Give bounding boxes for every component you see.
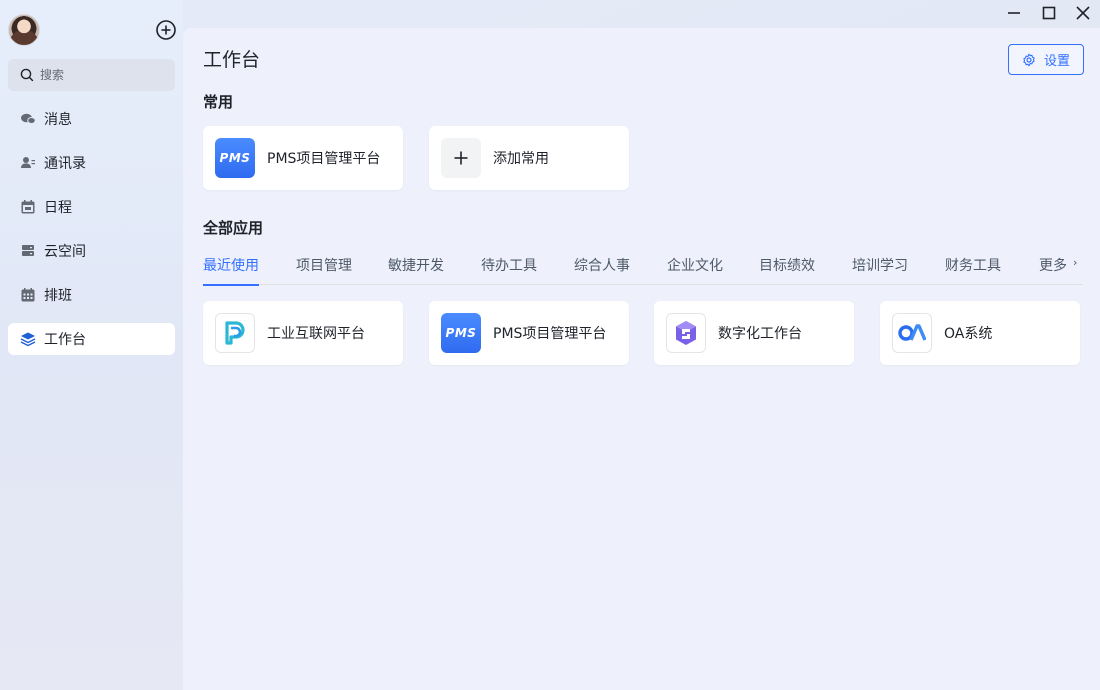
- sidebar-item-messages[interactable]: 消息: [8, 103, 175, 135]
- page-title: 工作台: [203, 49, 261, 71]
- app-label: 数字化工作台: [718, 326, 802, 342]
- cloud-space-icon: [20, 243, 36, 259]
- all-apps-section-title: 全部应用: [203, 219, 264, 237]
- add-common-button[interactable]: 添加常用: [429, 126, 629, 190]
- digital-workbench-icon: [666, 313, 706, 353]
- sidebar: 消息 通讯录 日程 云空间 排班: [0, 0, 183, 690]
- app-label: 工业互联网平台: [267, 326, 365, 342]
- app-industrial-internet[interactable]: 工业互联网平台: [203, 301, 403, 365]
- app-label: 添加常用: [493, 151, 549, 167]
- sidebar-item-label: 工作台: [44, 332, 86, 348]
- common-app-pms[interactable]: PMS PMS项目管理平台: [203, 126, 403, 190]
- sidebar-item-workbench[interactable]: 工作台: [8, 323, 175, 355]
- add-circle-icon[interactable]: [155, 19, 177, 41]
- tab-project-management[interactable]: 项目管理: [296, 255, 352, 285]
- app-label: OA系统: [944, 326, 993, 342]
- sidebar-item-schedule[interactable]: 排班: [8, 279, 175, 311]
- sidebar-item-label: 日程: [44, 200, 72, 216]
- chat-icon: [20, 111, 36, 127]
- settings-label: 设置: [1043, 54, 1070, 69]
- tab-finance[interactable]: 财务工具: [945, 255, 1001, 285]
- schedule-icon: [20, 287, 36, 303]
- tab-todo-tools[interactable]: 待办工具: [481, 255, 537, 285]
- sidebar-item-label: 消息: [44, 112, 72, 128]
- common-section-title: 常用: [203, 93, 234, 111]
- app-label: PMS项目管理平台: [267, 151, 381, 167]
- oa-icon: [892, 313, 932, 353]
- tab-recent[interactable]: 最近使用: [203, 255, 259, 286]
- app-label: PMS项目管理平台: [493, 326, 607, 342]
- settings-button[interactable]: 设置: [1008, 44, 1084, 75]
- sidebar-nav: 消息 通讯录 日程 云空间 排班 工作台: [8, 103, 175, 367]
- plus-icon: [441, 138, 481, 178]
- app-pms[interactable]: PMS PMS项目管理平台: [429, 301, 629, 365]
- sidebar-item-label: 云空间: [44, 244, 86, 260]
- app-digital-workbench[interactable]: 数字化工作台: [654, 301, 854, 365]
- chevron-right-icon: ›: [1073, 256, 1078, 269]
- close-icon[interactable]: [1074, 4, 1092, 22]
- search-box[interactable]: [8, 59, 175, 91]
- industrial-internet-icon: [215, 313, 255, 353]
- workbench-icon: [20, 331, 36, 347]
- sidebar-item-contacts[interactable]: 通讯录: [8, 147, 175, 179]
- calendar-icon: [20, 199, 36, 215]
- sidebar-item-cloud-space[interactable]: 云空间: [8, 235, 175, 267]
- tab-more[interactable]: 更多 ›: [1039, 255, 1077, 285]
- search-input[interactable]: [40, 68, 160, 82]
- tab-training[interactable]: 培训学习: [852, 255, 908, 285]
- avatar[interactable]: [8, 14, 40, 46]
- sidebar-item-calendar[interactable]: 日程: [8, 191, 175, 223]
- tab-performance[interactable]: 目标绩效: [759, 255, 815, 285]
- sidebar-item-label: 通讯录: [44, 156, 86, 172]
- gear-icon: [1023, 53, 1035, 66]
- sidebar-item-label: 排班: [44, 288, 72, 304]
- app-category-tabs: 最近使用 项目管理 敏捷开发 待办工具 综合人事 企业文化 目标绩效 培训学习 …: [203, 255, 1083, 286]
- main-panel: 工作台 设置 常用 PMS PMS项目管理平台 添加常用 全部应用 最近使用 项…: [183, 28, 1100, 690]
- tab-agile-dev[interactable]: 敏捷开发: [388, 255, 444, 285]
- tab-hr[interactable]: 综合人事: [574, 255, 630, 285]
- contacts-icon: [20, 155, 36, 171]
- search-icon: [20, 68, 34, 82]
- maximize-icon[interactable]: [1040, 4, 1058, 22]
- tab-more-label: 更多: [1039, 258, 1067, 274]
- pms-icon: PMS: [441, 313, 481, 353]
- minimize-icon[interactable]: [1005, 4, 1023, 22]
- tab-culture[interactable]: 企业文化: [667, 255, 723, 285]
- pms-icon: PMS: [215, 138, 255, 178]
- app-oa-system[interactable]: OA系统: [880, 301, 1080, 365]
